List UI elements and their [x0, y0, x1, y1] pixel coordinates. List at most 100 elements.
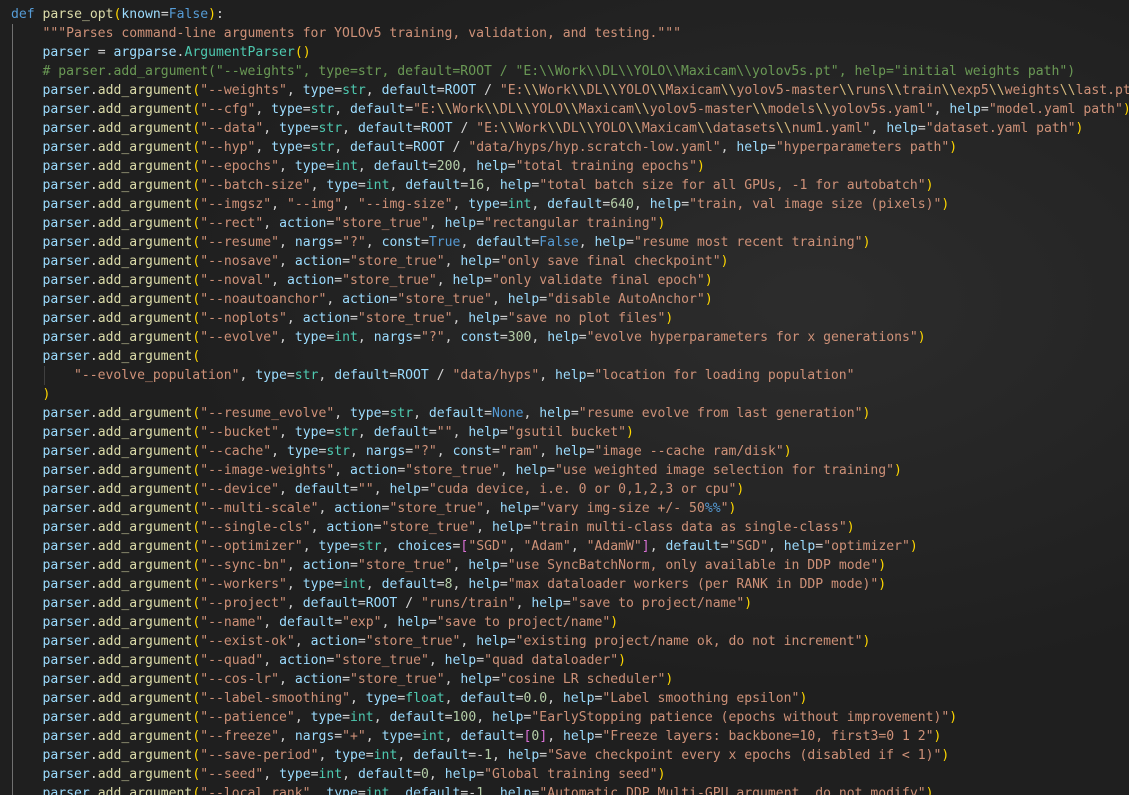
operator-token: =: [499, 558, 508, 573]
string-token: "rectangular training": [484, 216, 658, 231]
punctuation-token: ,: [452, 577, 469, 592]
code-line[interactable]: parser.add_argument("--noplots", action=…: [11, 309, 1129, 328]
string-token: "store_true": [357, 311, 453, 326]
code-line[interactable]: parser.add_argument("--cos-lr", action="…: [11, 670, 1129, 689]
code-line[interactable]: parser.add_argument("--name", default="e…: [11, 613, 1129, 632]
code-line[interactable]: parser.add_argument("--freeze", nargs="+…: [11, 727, 1129, 746]
string-token: "data/hyps/hyp.scratch-low.yaml": [468, 140, 721, 155]
escape-sequence-token: \\: [775, 121, 792, 136]
operator-token: =: [507, 634, 516, 649]
punctuation-token: ,: [365, 235, 382, 250]
operator-token: /: [444, 140, 469, 155]
string-token: "SGD": [468, 539, 508, 554]
code-line[interactable]: parser.add_argument("--save-period", typ…: [11, 746, 1129, 765]
code-line[interactable]: # parser.add_argument("--weights", type=…: [11, 62, 1129, 81]
code-line[interactable]: parser.add_argument("--resume", nargs="?…: [11, 233, 1129, 252]
escape-sequence-token: \\: [886, 83, 903, 98]
code-line[interactable]: parser.add_argument("--quad", action="st…: [11, 651, 1129, 670]
code-line[interactable]: parser.add_argument("--project", default…: [11, 594, 1129, 613]
string-token: "store_true": [381, 520, 477, 535]
indent-guide: [12, 24, 13, 43]
code-line[interactable]: parser.add_argument("--exist-ok", action…: [11, 632, 1129, 651]
code-line[interactable]: parser = argparse.ArgumentParser(): [11, 43, 1129, 62]
code-line[interactable]: parser.add_argument("--cfg", type=str, d…: [11, 100, 1129, 119]
code-line[interactable]: parser.add_argument("--image-weights", a…: [11, 461, 1129, 480]
identifier-token: help: [783, 539, 816, 554]
identifier-token: parser: [42, 767, 90, 782]
code-line[interactable]: parser.add_argument("--batch-size", type…: [11, 176, 1129, 195]
bracket-token: ): [917, 330, 926, 345]
code-editor[interactable]: def parse_opt(known=False): """Parses com…: [0, 0, 1129, 795]
code-line[interactable]: parser.add_argument("--data", type=str, …: [11, 119, 1129, 138]
code-line[interactable]: parser.add_argument("--hyp", type=str, d…: [11, 138, 1129, 157]
operator-token: =: [302, 140, 311, 155]
identifier-token: help: [499, 786, 532, 795]
identifier-token: parser: [42, 463, 90, 478]
identifier-token: parser: [42, 634, 90, 649]
code-line[interactable]: parser.add_argument("--workers", type=in…: [11, 575, 1129, 594]
code-line[interactable]: parser.add_argument("--weights", type=st…: [11, 81, 1129, 100]
punctuation-token: .: [89, 216, 98, 231]
operator-token: =: [499, 311, 508, 326]
class-name-token: str: [318, 121, 343, 136]
string-token: runs: [854, 83, 887, 98]
code-line[interactable]: parser.add_argument("--epochs", type=int…: [11, 157, 1129, 176]
string-token: Maxicam: [578, 102, 634, 117]
code-line[interactable]: parser.add_argument("--evolve", type=int…: [11, 328, 1129, 347]
punctuation-token: ,: [499, 463, 516, 478]
class-name-token: str: [342, 83, 366, 98]
bracket-token: ): [720, 254, 729, 269]
code-line[interactable]: parser.add_argument("--single-cls", acti…: [11, 518, 1129, 537]
punctuation-token: ,: [294, 710, 311, 725]
code-line[interactable]: parser.add_argument("--multi-scale", act…: [11, 499, 1129, 518]
code-line[interactable]: parser.add_argument("--optimizer", type=…: [11, 537, 1129, 556]
function-name-token: add_argument: [97, 463, 193, 478]
code-line[interactable]: parser.add_argument("--bucket", type=str…: [11, 423, 1129, 442]
code-line[interactable]: parser.add_argument(: [11, 347, 1129, 366]
code-line[interactable]: parser.add_argument("--local_rank", type…: [11, 784, 1129, 795]
code-line[interactable]: parser.add_argument("--cache", type=str,…: [11, 442, 1129, 461]
code-line[interactable]: def parse_opt(known=False):: [11, 5, 1129, 24]
code-line[interactable]: parser.add_argument("--seed", type=int, …: [11, 765, 1129, 784]
punctuation-token: ,: [365, 577, 382, 592]
string-token: train: [902, 83, 942, 98]
code-line[interactable]: ): [11, 385, 1129, 404]
punctuation-token: .: [89, 425, 98, 440]
punctuation-token: ,: [539, 444, 556, 459]
string-token: DL: [586, 83, 603, 98]
function-name-token: add_argument: [97, 786, 193, 795]
bracket-token: ): [1123, 102, 1129, 117]
code-line[interactable]: parser.add_argument("--sync-bn", action=…: [11, 556, 1129, 575]
identifier-token: help: [444, 216, 477, 231]
code-line[interactable]: parser.add_argument("--rect", action="st…: [11, 214, 1129, 233]
string-token: "--multi-scale": [200, 501, 319, 516]
string-token: "--image-weights": [200, 463, 335, 478]
punctuation-token: ,: [310, 520, 327, 535]
code-line[interactable]: parser.add_argument("--patience", type=i…: [11, 708, 1129, 727]
punctuation-token: ,: [491, 292, 508, 307]
punctuation-token: ,: [349, 691, 366, 706]
operator-token: =: [334, 577, 343, 592]
code-line[interactable]: parser.add_argument("--label-smoothing",…: [11, 689, 1129, 708]
identifier-token: help: [499, 178, 532, 193]
code-line[interactable]: parser.add_argument("--noval", action="s…: [11, 271, 1129, 290]
code-line[interactable]: "--evolve_population", type=str, default…: [11, 366, 1129, 385]
bracket-token: ): [665, 672, 674, 687]
code-line[interactable]: parser.add_argument("--device", default=…: [11, 480, 1129, 499]
escape-sequence-token: \\: [649, 83, 666, 98]
code-line[interactable]: parser.add_argument("--imgsz", "--img", …: [11, 195, 1129, 214]
code-line[interactable]: """Parses command-line arguments for YOL…: [11, 24, 1129, 43]
identifier-token: help: [547, 330, 579, 345]
code-line[interactable]: parser.add_argument("--nosave", action="…: [11, 252, 1129, 271]
code-line[interactable]: parser.add_argument("--noautoanchor", ac…: [11, 290, 1129, 309]
code-lines[interactable]: def parse_opt(known=False): """Parses com…: [11, 5, 1129, 795]
punctuation-token: .: [89, 330, 98, 345]
string-token: "--weights": [200, 83, 287, 98]
code-line[interactable]: parser.add_argument("--resume_evolve", t…: [11, 404, 1129, 423]
indent-guide: [12, 480, 13, 499]
string-token: "train multi-class data as single-class": [531, 520, 847, 535]
string-token: "--noval": [200, 273, 272, 288]
punctuation-token: ,: [389, 178, 406, 193]
identifier-token: default: [373, 159, 429, 174]
punctuation-token: ,: [452, 197, 469, 212]
